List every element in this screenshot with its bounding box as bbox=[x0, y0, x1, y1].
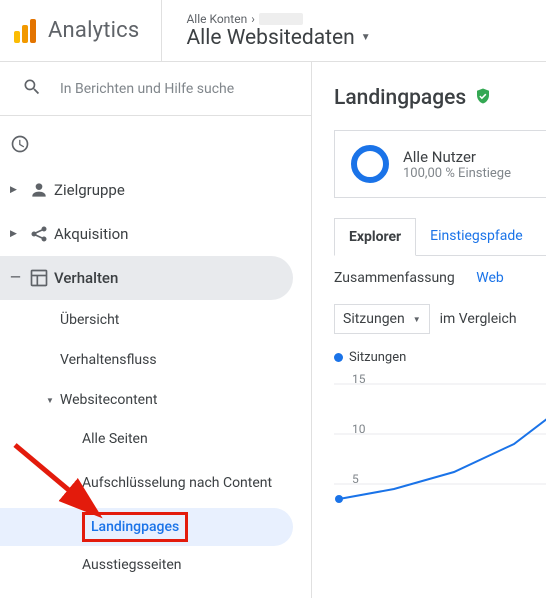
analytics-logo bbox=[14, 19, 36, 43]
sessions-chart: Sitzungen 15 10 5 bbox=[334, 350, 546, 520]
subnav-exit-pages[interactable]: Ausstiegsseiten bbox=[82, 546, 311, 584]
page-title: Landingpages bbox=[334, 86, 466, 110]
nav-audience[interactable]: ▶ Zielgruppe bbox=[0, 168, 311, 212]
subnav-all-pages[interactable]: Alle Seiten bbox=[82, 420, 311, 458]
realtime-nav[interactable] bbox=[0, 124, 311, 168]
circle-icon bbox=[351, 145, 389, 183]
metric-dropdown[interactable]: Sitzungen ▼ bbox=[334, 304, 430, 334]
search-placeholder: In Berichten und Hilfe suche bbox=[60, 81, 234, 97]
nav-behavior[interactable]: — Verhalten bbox=[0, 256, 293, 300]
subnav-sitecontent[interactable]: ▼ Websitecontent bbox=[46, 380, 311, 420]
tab-explorer[interactable]: Explorer bbox=[334, 218, 416, 256]
caret-down-icon: — bbox=[10, 270, 24, 286]
search-input[interactable]: In Berichten und Hilfe suche bbox=[0, 62, 311, 116]
subnav-landing-pages[interactable]: Landingpages bbox=[0, 508, 293, 546]
layout-icon bbox=[24, 268, 54, 288]
breadcrumb: Alle Konten › bbox=[186, 12, 370, 26]
subnav-overview[interactable]: Übersicht bbox=[60, 300, 311, 340]
web-link[interactable]: Web bbox=[476, 270, 504, 286]
search-icon bbox=[22, 77, 42, 101]
segment-subtitle: 100,00 % Einstiege bbox=[403, 166, 511, 181]
caret-down-icon: ▼ bbox=[361, 32, 371, 43]
shield-check-icon bbox=[474, 87, 492, 109]
compare-label: im Vergleich bbox=[440, 311, 517, 327]
caret-down-icon: ▼ bbox=[46, 396, 54, 405]
product-name: Analytics bbox=[48, 18, 139, 43]
subnav-flow[interactable]: Verhaltensfluss bbox=[60, 340, 311, 380]
segment-title: Alle Nutzer bbox=[403, 148, 511, 166]
legend-dot-icon bbox=[334, 353, 343, 362]
segment-all-users[interactable]: Alle Nutzer 100,00 % Einstiege bbox=[334, 130, 546, 198]
clock-icon bbox=[10, 134, 30, 158]
caret-right-icon: ▶ bbox=[10, 185, 24, 195]
account-name-masked bbox=[259, 13, 303, 25]
line-chart bbox=[334, 364, 546, 524]
caret-down-icon: ▼ bbox=[413, 315, 421, 324]
caret-right-icon: ▶ bbox=[10, 229, 24, 239]
nav-acquisition[interactable]: ▶ Akquisition bbox=[0, 212, 311, 256]
share-icon bbox=[24, 224, 54, 244]
summary-label[interactable]: Zusammenfassung bbox=[334, 270, 455, 286]
person-icon bbox=[24, 180, 54, 200]
view-name: Alle Websitedaten bbox=[186, 26, 354, 50]
legend-label: Sitzungen bbox=[349, 350, 406, 365]
account-selector[interactable]: Alle Konten › Alle Websitedaten ▼ bbox=[161, 0, 370, 61]
tab-entrance-paths[interactable]: Einstiegspfade bbox=[416, 218, 536, 255]
subnav-content-drilldown[interactable]: Aufschlüsselung nach Content bbox=[82, 458, 311, 508]
